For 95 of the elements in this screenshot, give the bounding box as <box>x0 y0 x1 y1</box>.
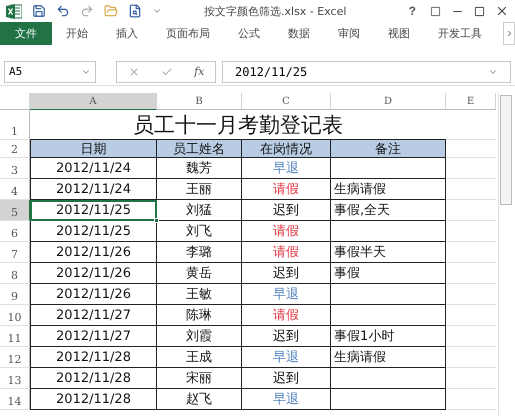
table-cell: 王成 <box>157 347 242 368</box>
table-cell[interactable]: 2012/11/28 <box>30 347 157 368</box>
scroll-thumb[interactable] <box>500 95 512 205</box>
table-cell: 早退 <box>242 284 331 305</box>
row-number[interactable]: 13 <box>0 368 30 389</box>
header-cell: 备注 <box>331 140 446 158</box>
header-cell: 员工姓名 <box>157 140 242 158</box>
vertical-scrollbar[interactable] <box>498 93 513 415</box>
fill-handle[interactable] <box>154 218 159 223</box>
column-header[interactable]: A <box>30 93 157 110</box>
enter-icon[interactable] <box>160 66 173 78</box>
formula-field[interactable]: 2012/11/25 <box>222 60 511 82</box>
row-number[interactable]: 5 <box>0 200 30 221</box>
table-cell: 赵飞 <box>157 389 242 410</box>
table-cell: 早退 <box>242 389 331 410</box>
row-number[interactable]: 3 <box>0 158 30 179</box>
row-number[interactable]: 7 <box>0 242 30 263</box>
table-cell: 刘霞 <box>157 326 242 347</box>
table-cell[interactable]: 2012/11/27 <box>30 326 157 347</box>
table-cell: 生病请假 <box>331 347 446 368</box>
table-cell: 早退 <box>242 347 331 368</box>
row-number[interactable]: 8 <box>0 263 30 284</box>
ribbon-tab[interactable]: 数据 <box>274 22 324 45</box>
ribbon-tab[interactable]: 开始 <box>52 22 102 45</box>
header-cell: 日期 <box>30 140 157 158</box>
ribbon-tab[interactable]: 插入 <box>102 22 152 45</box>
ribbon-tab[interactable]: 视图 <box>374 22 424 45</box>
row-number[interactable]: 12 <box>0 347 30 368</box>
folder-icon[interactable] <box>104 4 118 18</box>
table-cell[interactable]: 2012/11/24 <box>30 179 157 200</box>
table-cell: 早退 <box>242 158 331 179</box>
insert-function-button[interactable]: fx <box>194 65 204 78</box>
column-header[interactable]: B <box>157 93 242 110</box>
ribbon-tab[interactable]: 开发工具 <box>424 22 496 45</box>
table-cell: 王丽 <box>157 179 242 200</box>
table-cell: 迟到 <box>242 263 331 284</box>
table-cell: 事假半天 <box>331 242 446 263</box>
column-header[interactable]: E <box>446 93 496 110</box>
table-cell: 迟到 <box>242 368 331 389</box>
excel-logo-icon <box>6 4 22 18</box>
table-cell: 请假 <box>242 242 331 263</box>
header-cell: 在岗情况 <box>242 140 331 158</box>
table-cell: 陈琳 <box>157 305 242 326</box>
table-cell: 刘猛 <box>157 200 242 221</box>
table-cell: 事假,全天 <box>331 200 446 221</box>
table-cell[interactable]: 2012/11/24 <box>30 158 157 179</box>
column-header[interactable]: C <box>242 93 331 110</box>
table-cell[interactable]: 2012/11/28 <box>30 368 157 389</box>
close-icon[interactable] <box>495 4 509 18</box>
save-icon[interactable] <box>32 4 46 18</box>
table-cell[interactable]: 2012/11/28 <box>30 389 157 410</box>
table-cell: 李璐 <box>157 242 242 263</box>
table-cell: 迟到 <box>242 326 331 347</box>
window-title: 按文字颜色筛选.xlsx - Excel <box>204 4 348 18</box>
row-number[interactable]: 11 <box>0 326 30 347</box>
ribbon-tab[interactable]: 页面布局 <box>152 22 224 45</box>
table-cell: 事假 <box>331 263 446 284</box>
redo-icon[interactable] <box>80 4 94 18</box>
undo-icon[interactable] <box>56 4 70 18</box>
table-cell[interactable]: 2012/11/26 <box>30 284 157 305</box>
row-number[interactable]: 1 <box>0 110 30 140</box>
table-cell: 请假 <box>242 221 331 242</box>
table-cell: 刘飞 <box>157 221 242 242</box>
table-cell[interactable]: 2012/11/26 <box>30 263 157 284</box>
formula-value: 2012/11/25 <box>235 64 308 78</box>
cancel-icon[interactable] <box>128 66 140 78</box>
table-cell: 生病请假 <box>331 179 446 200</box>
row-number[interactable]: 14 <box>0 389 30 410</box>
table-cell: 黄岳 <box>157 263 242 284</box>
table-cell: 请假 <box>242 305 331 326</box>
table-cell[interactable]: 2012/11/25 <box>30 200 157 221</box>
table-cell[interactable]: 2012/11/25 <box>30 221 157 242</box>
help-button[interactable]: ? <box>404 4 420 18</box>
row-number[interactable]: 2 <box>0 140 30 158</box>
table-cell: 宋丽 <box>157 368 242 389</box>
cell-reference: A5 <box>9 65 22 78</box>
print-preview-icon[interactable] <box>128 4 142 18</box>
table-cell: 魏芳 <box>157 158 242 179</box>
file-tab[interactable]: 文件 <box>0 22 52 45</box>
table-cell: 事假1小时 <box>331 326 446 347</box>
column-header[interactable]: D <box>331 93 446 110</box>
ribbon-display-icon[interactable] <box>430 6 441 16</box>
maximize-icon[interactable] <box>474 6 485 16</box>
name-box[interactable]: A5 <box>4 60 96 82</box>
row-number[interactable]: 6 <box>0 221 30 242</box>
table-cell[interactable]: 2012/11/26 <box>30 242 157 263</box>
ribbon-tab[interactable]: 公式 <box>224 22 274 45</box>
table-cell: 王敏 <box>157 284 242 305</box>
row-number[interactable]: 9 <box>0 284 30 305</box>
ribbon-tab[interactable]: 审阅 <box>324 22 374 45</box>
table-cell[interactable]: 2012/11/27 <box>30 305 157 326</box>
table-cell: 迟到 <box>242 200 331 221</box>
row-number[interactable]: 10 <box>0 305 30 326</box>
table-cell: 请假 <box>242 179 331 200</box>
row-number[interactable]: 4 <box>0 179 30 200</box>
